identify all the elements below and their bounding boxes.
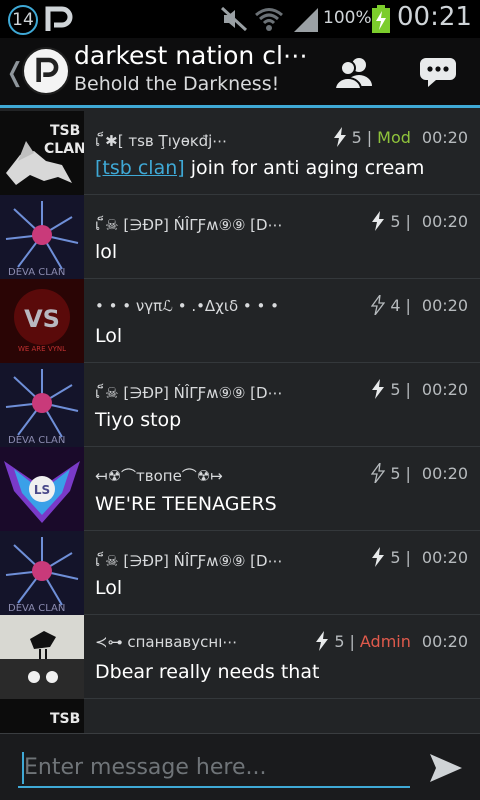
message-time: 00:20 <box>421 463 468 483</box>
meta-separator: | <box>405 547 411 567</box>
svg-text:LS: LS <box>34 483 50 497</box>
message-list[interactable]: TSB CLAN ็เ ็✱[ тѕв Ţıуɵĸđj⋯ 5 | Mod 00:… <box>0 111 480 733</box>
bolt-outline-icon <box>371 295 386 315</box>
message-row[interactable]: DEVA CLAN ็เ ็☠ [∋ÐP] ŃÎΓƑʍ⑨⑨ [D⋯ 5 | 00… <box>0 195 480 279</box>
battery-charging-icon <box>372 5 390 33</box>
svg-text:DEVA CLAN: DEVA CLAN <box>8 603 65 614</box>
sender-name[interactable]: ็เ ็☠ [∋ÐP] ŃÎΓƑʍ⑨⑨ [D⋯ <box>95 381 325 405</box>
text-caret <box>22 752 24 784</box>
message-time: 00:20 <box>421 295 468 315</box>
bolt-icon <box>372 547 385 567</box>
chat-icon[interactable] <box>418 54 458 90</box>
message-meta: 5 | 00:20 <box>371 463 468 483</box>
message-link[interactable]: [tsb clan] <box>95 157 185 179</box>
bolt-icon <box>333 127 346 147</box>
sender-level: 4 <box>390 295 401 315</box>
message-row[interactable]: DEVA CLAN ็เ ็☠ [∋ÐP] ŃÎΓƑʍ⑨⑨ [D⋯ 5 | 00… <box>0 363 480 447</box>
bolt-icon <box>372 211 385 231</box>
sender-level: 5 <box>390 547 401 567</box>
status-bar: 14 100% 00:21 <box>0 0 480 38</box>
deva-clan-avatar[interactable]: DEVA CLAN <box>0 363 84 447</box>
message-row[interactable]: DEVA CLAN ็เ ็☠ [∋ÐP] ŃÎΓƑʍ⑨⑨ [D⋯ 5 | 00… <box>0 531 480 615</box>
tsb-clan-avatar[interactable]: TSB <box>0 699 84 733</box>
sender-name[interactable]: ็เ ็☠ [∋ÐP] ŃÎΓƑʍ⑨⑨ [D⋯ <box>95 549 325 573</box>
message-body: join for anti aging cream <box>184 157 425 179</box>
meta-separator: | <box>349 631 355 651</box>
message-row[interactable]: TSB CLAN ็เ ็✱[ тѕв Ţıуɵĸđj⋯ 5 | Mod 00:… <box>0 111 480 195</box>
message-text: Lol <box>95 577 123 599</box>
group-subtitle: Behold the Darkness! <box>74 73 280 95</box>
message-text: Tiyo stop <box>95 409 182 431</box>
role-badge: Mod <box>377 127 411 147</box>
svg-text:DEVA CLAN: DEVA CLAN <box>8 267 65 278</box>
group-title[interactable]: darkest nation cl⋯ <box>74 41 308 70</box>
svg-text:VS: VS <box>24 305 60 333</box>
sender-name[interactable]: ็เ ็✱[ тѕв Ţıуɵĸđj⋯ <box>95 129 325 153</box>
compose-bar <box>0 733 480 800</box>
message-meta: 5 | 00:20 <box>371 211 468 231</box>
message-text: [tsb clan] join for anti aging cream <box>95 157 424 179</box>
message-input[interactable] <box>18 748 410 788</box>
members-icon[interactable] <box>334 54 374 90</box>
tsb-clan-avatar[interactable]: TSB CLAN <box>0 111 84 195</box>
sender-name[interactable]: ↤☢⌒твопе⌒☢↦ <box>95 465 325 486</box>
vs-avatar[interactable]: VS WE ARE VYNL <box>0 279 84 363</box>
chat-header: ❬ darkest nation cl⋯ Behold the Darkness… <box>0 38 480 108</box>
message-meta: 5 | 00:20 <box>371 547 468 567</box>
notification-count-badge: 14 <box>8 5 38 35</box>
message-meta: 4 | 00:20 <box>371 295 468 315</box>
message-text: Dbear really needs that <box>95 661 320 683</box>
svg-text:TSB: TSB <box>50 711 80 727</box>
send-icon[interactable] <box>428 752 464 784</box>
sender-level: 5 <box>351 127 362 147</box>
mute-icon <box>220 6 248 32</box>
bolt-outline-icon <box>371 463 386 483</box>
message-time: 00:20 <box>421 379 468 399</box>
ls-emblem-avatar[interactable]: LS <box>0 447 84 531</box>
bolt-icon <box>316 631 329 651</box>
deva-clan-avatar[interactable]: DEVA CLAN <box>0 531 84 615</box>
message-time: 00:20 <box>421 547 468 567</box>
bolt-icon <box>372 379 385 399</box>
message-time: 00:20 <box>421 211 468 231</box>
deva-clan-avatar[interactable]: DEVA CLAN <box>0 195 84 279</box>
message-text: WE'RE TEENAGERS <box>95 493 277 515</box>
meta-separator: | <box>405 463 411 483</box>
bird-avatar[interactable] <box>0 615 84 699</box>
message-meta: 5 | Admin 00:20 <box>315 631 468 651</box>
message-row[interactable]: TSB <box>0 699 480 733</box>
signal-icon <box>294 8 318 32</box>
sender-level: 5 <box>334 631 345 651</box>
palringo-icon <box>45 6 73 31</box>
sender-level: 5 <box>390 463 401 483</box>
wifi-icon <box>255 8 283 31</box>
message-row[interactable]: LS ↤☢⌒твопе⌒☢↦ 5 | 00:20 WE'RE TEENAGERS <box>0 447 480 531</box>
role-badge: Admin <box>359 631 411 651</box>
sender-name[interactable]: ≺⊶ спанвавуснı⋯ <box>95 633 325 651</box>
svg-text:WE ARE VYNL: WE ARE VYNL <box>18 345 66 353</box>
meta-separator: | <box>405 211 411 231</box>
message-time: 00:20 <box>421 127 468 147</box>
sender-name[interactable]: • • • νγπℒ • .•Δχιδ • • • <box>95 297 325 315</box>
svg-text:TSB: TSB <box>50 123 80 139</box>
message-row[interactable]: ≺⊶ спанвавуснı⋯ 5 | Admin 00:20 Dbear re… <box>0 615 480 699</box>
message-time: 00:20 <box>421 631 468 651</box>
sender-level: 5 <box>390 379 401 399</box>
meta-separator: | <box>405 379 411 399</box>
battery-percent: 100% <box>323 8 372 28</box>
meta-separator: | <box>405 295 411 315</box>
meta-separator: | <box>366 127 373 147</box>
group-logo-icon[interactable] <box>22 47 70 95</box>
message-text: lol <box>95 241 118 263</box>
sender-level: 5 <box>390 211 401 231</box>
svg-text:DEVA CLAN: DEVA CLAN <box>8 435 65 446</box>
svg-text:CLAN: CLAN <box>44 141 84 157</box>
message-row[interactable]: VS WE ARE VYNL • • • νγπℒ • .•Δχιδ • • •… <box>0 279 480 363</box>
clock: 00:21 <box>397 2 472 32</box>
message-meta: 5 | Mod 00:20 <box>333 127 468 147</box>
sender-name[interactable]: ็เ ็☠ [∋ÐP] ŃÎΓƑʍ⑨⑨ [D⋯ <box>95 213 325 237</box>
message-meta: 5 | 00:20 <box>371 379 468 399</box>
message-text: Lol <box>95 325 123 347</box>
